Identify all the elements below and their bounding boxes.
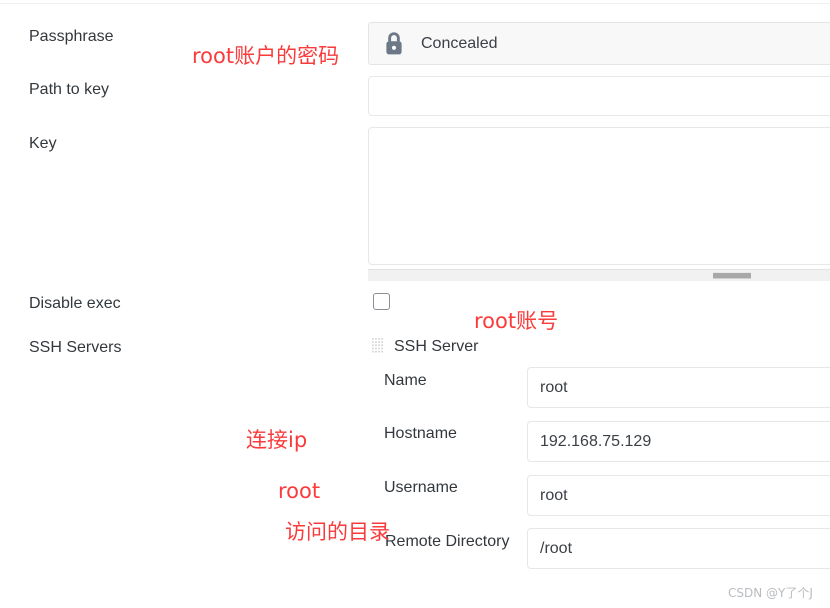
name-input[interactable] [527,367,830,408]
path-to-key-input[interactable] [368,76,830,116]
drag-handle-icon[interactable] [372,338,383,356]
key-textarea[interactable] [368,127,830,265]
label-disable-exec: Disable exec [29,295,121,312]
annotation-account-note: root账号 [474,309,559,333]
ssh-server-group-header[interactable]: SSH Server [372,338,478,356]
remote-directory-input[interactable] [527,528,830,569]
label-remote-directory: Remote Directory [385,533,510,550]
label-key: Key [29,135,57,152]
passphrase-concealed-field[interactable]: Concealed [368,22,830,65]
label-path-to-key: Path to key [29,81,110,98]
annotation-passphrase-note: root账户的密码 [192,44,340,68]
watermark: CSDN @Y了个J [728,586,813,600]
lock-icon [386,31,402,54]
passphrase-value: Concealed [421,34,498,52]
annotation-ip-note: 连接ip [246,428,308,452]
hostname-input[interactable] [527,421,830,462]
top-divider [0,3,830,4]
label-username: Username [384,479,458,496]
label-name: Name [384,372,427,389]
ssh-server-group-title: SSH Server [394,338,479,355]
label-passphrase: Passphrase [29,28,114,45]
disable-exec-checkbox[interactable] [373,293,390,310]
key-horizontal-scrollbar[interactable] [368,269,830,281]
username-input[interactable] [527,475,830,516]
label-ssh-servers: SSH Servers [29,339,122,356]
label-hostname: Hostname [384,425,457,442]
annotation-directory-note: 访问的目录 [285,520,390,544]
annotation-user-note: root [278,479,321,503]
scrollbar-thumb[interactable] [713,272,751,279]
